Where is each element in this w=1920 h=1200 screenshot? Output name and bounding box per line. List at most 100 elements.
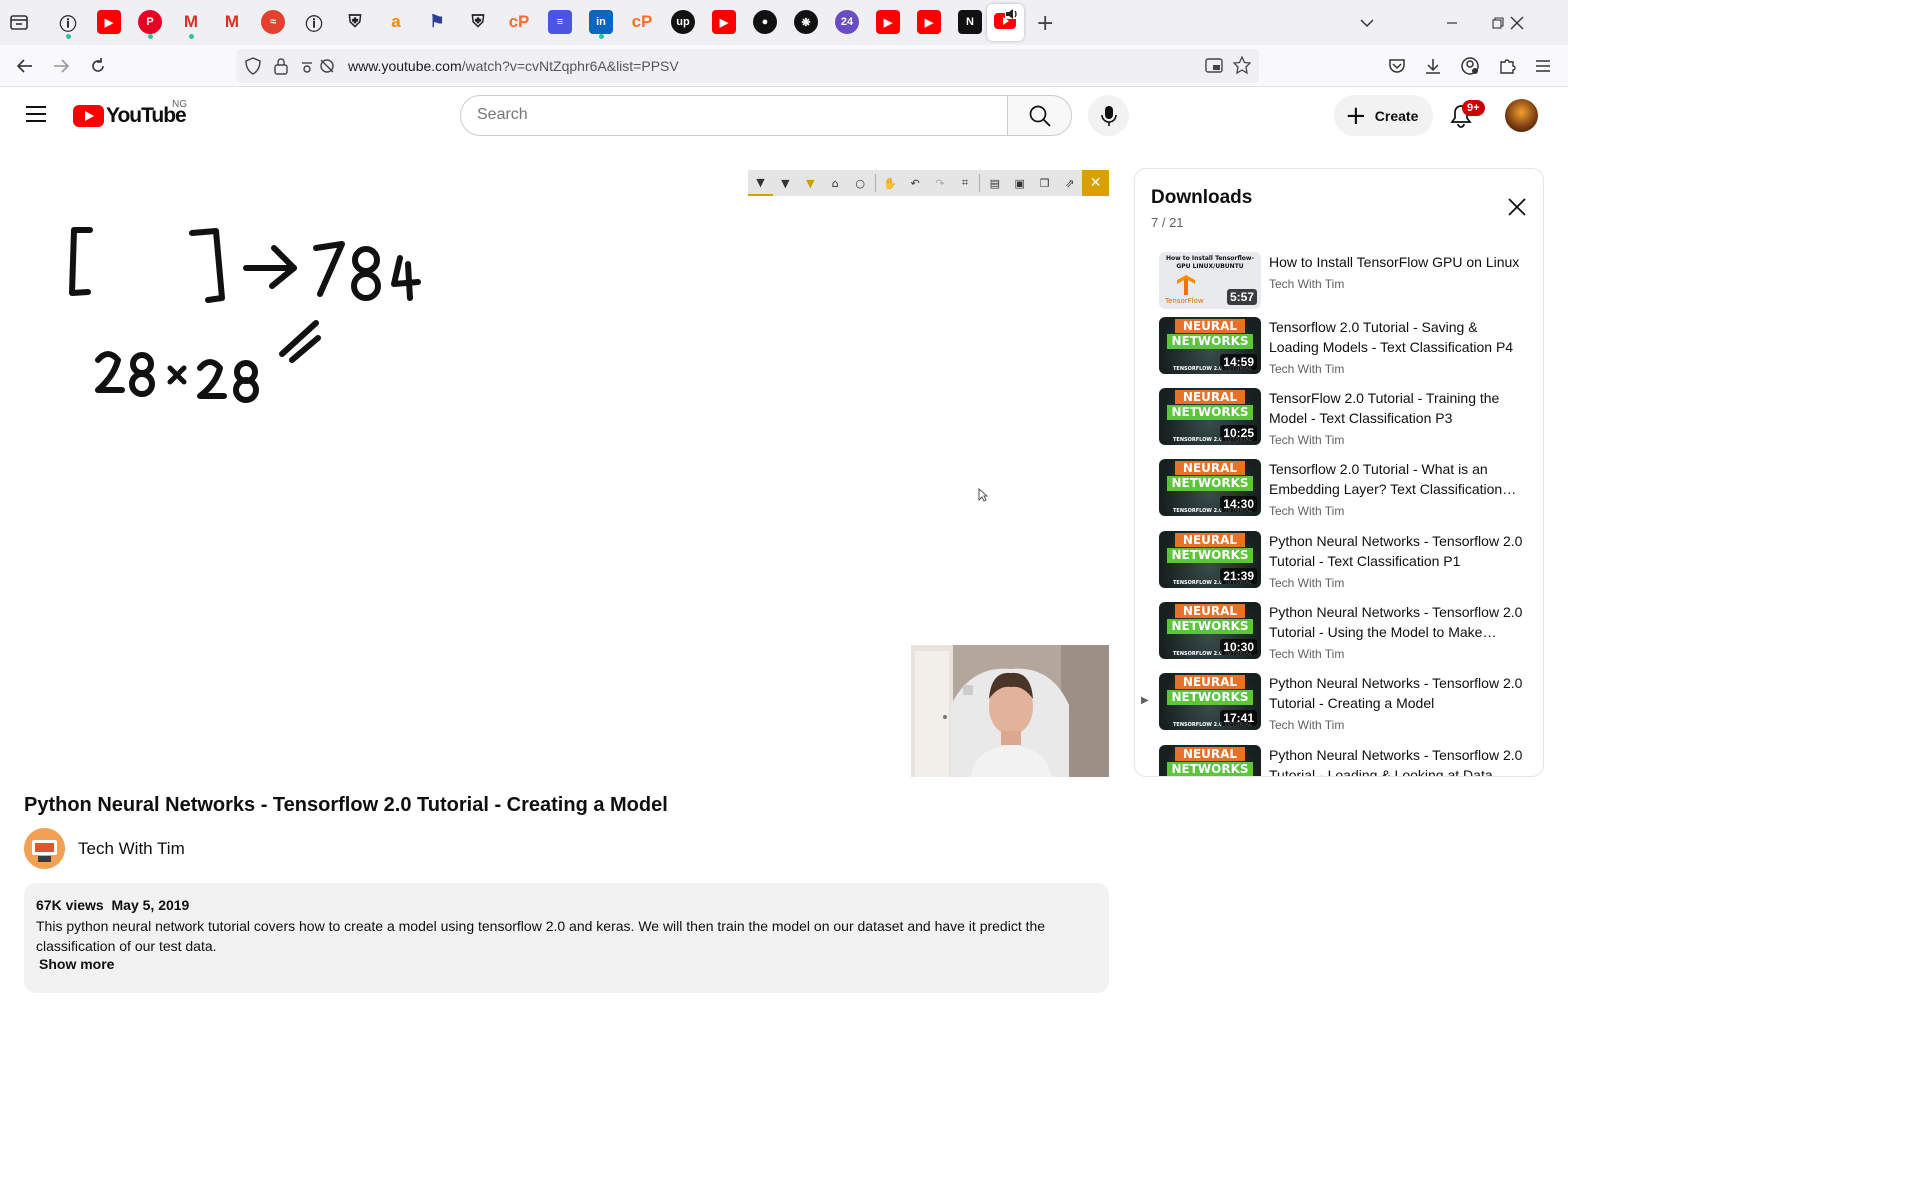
video-player[interactable]: ▼ ▼ ▼ ⌂ ○ ✋ ↶ ↷ ⌗ ▤ ▣ ❐ ⇗ ✕ <box>24 168 1109 777</box>
search-input[interactable] <box>477 106 977 124</box>
playlist-item-title[interactable]: Python Neural Networks - Tensorflow 2.0 … <box>1269 602 1531 642</box>
tab-calendar-24-icon[interactable]: 24 <box>835 10 859 34</box>
playlist-item-title[interactable]: Tensorflow 2.0 Tutorial - Saving & Loadi… <box>1269 317 1531 357</box>
tracking-protection-shield-icon[interactable] <box>244 57 262 80</box>
picture-in-picture-icon[interactable] <box>1204 57 1224 80</box>
playlist-item-title[interactable]: TensorFlow 2.0 Tutorial - Training the M… <box>1269 388 1531 428</box>
eraser-tool-icon[interactable]: ⌂ <box>823 170 848 196</box>
reload-button[interactable] <box>85 53 111 79</box>
tab-info-icon[interactable]: ⓘ <box>56 10 80 34</box>
permissions-icon[interactable] <box>300 58 336 79</box>
playlist-item-thumbnail[interactable]: NEURAL NETWORKS TENSORFLOW 2.0 TUTORIAL 14:… <box>1159 317 1261 374</box>
tab-cpanel-icon[interactable]: cP <box>630 10 654 34</box>
playlist-item[interactable]: NEURAL NETWORKS TENSORFLOW 2.0 TUTORIAL 14:… <box>1135 317 1543 385</box>
playlist-item-thumbnail[interactable]: NEURAL NETWORKS TENSORFLOW 2.0 TUTORIAL 10:… <box>1159 602 1261 659</box>
guide-menu-hamburger-icon[interactable] <box>25 105 47 128</box>
tab-github-icon[interactable]: ● <box>753 10 777 34</box>
tab-linkedin-icon[interactable]: in <box>589 10 613 34</box>
app-menu-hamburger-icon[interactable] <box>1530 53 1556 79</box>
playlist-item-thumbnail[interactable]: NEURAL NETWORKS <box>1159 745 1261 776</box>
highlighter-tool-icon[interactable]: ▼ <box>798 170 823 196</box>
address-bar[interactable]: www.youtube.com/watch?v=cvNtZqphr6A&list… <box>236 49 1259 83</box>
playlist-item-title[interactable]: Python Neural Networks - Tensorflow 2.0 … <box>1269 673 1531 713</box>
downloads-icon[interactable] <box>1420 53 1446 79</box>
drawing-toolbar-close-button[interactable]: ✕ <box>1082 170 1109 196</box>
tab-gmail-icon[interactable]: M <box>220 10 244 34</box>
tab-youtube-icon[interactable]: ▶ <box>97 10 121 34</box>
playlist-close-button[interactable] <box>1503 193 1531 221</box>
share-icon[interactable]: ⇗ <box>1057 170 1082 196</box>
playlist-item[interactable]: NEURAL NETWORKS TENSORFLOW 2.0 TUTORIAL 10:… <box>1135 388 1543 456</box>
playlist-item-title[interactable]: How to Install TensorFlow GPU on Linux <box>1269 252 1531 272</box>
marker-tool-icon[interactable]: ▼ <box>773 170 798 196</box>
tab-youtube-icon[interactable]: ▶ <box>712 10 736 34</box>
tab-app-icon[interactable]: ≈ <box>261 10 285 34</box>
speaker-playing-icon[interactable] <box>1005 7 1019 19</box>
channel-avatar[interactable] <box>24 828 65 869</box>
playlist-title[interactable]: Downloads <box>1151 187 1252 209</box>
playlist-item[interactable]: NEURAL NETWORKS TENSORFLOW 2.0 TUTORIAL 21:… <box>1135 531 1543 599</box>
tab-amazon-icon[interactable]: a <box>384 10 408 34</box>
redo-icon[interactable]: ↷ <box>928 170 953 196</box>
user-avatar[interactable] <box>1505 99 1538 132</box>
search-button[interactable] <box>1007 95 1072 136</box>
tab-square-app-icon[interactable]: ≡ <box>548 10 572 34</box>
playlist-item-thumbnail[interactable]: NEURAL NETWORKS TENSORFLOW 2.0 TUTORIAL 10:… <box>1159 388 1261 445</box>
tab-upwork-icon[interactable]: up <box>671 10 695 34</box>
active-tab-youtube[interactable] <box>987 4 1024 41</box>
lock-icon[interactable] <box>273 57 289 80</box>
tab-info-icon[interactable]: ⓘ <box>302 10 326 34</box>
tab-attention-dot <box>66 34 71 39</box>
copy-icon[interactable]: ❐ <box>1032 170 1057 196</box>
tab-youtube-icon[interactable]: ▶ <box>917 10 941 34</box>
playlist-item-title[interactable]: Tensorflow 2.0 Tutorial - What is an Emb… <box>1269 459 1531 499</box>
bookmark-star-icon[interactable] <box>1232 55 1252 79</box>
tab-gmail-icon[interactable]: M <box>179 10 203 34</box>
account-icon[interactable] <box>1457 53 1483 79</box>
tab-openai-icon[interactable]: ❋ <box>794 10 818 34</box>
pocket-icon[interactable] <box>1384 53 1410 79</box>
tab-bookmark-flag-icon[interactable]: ⚑ <box>425 10 449 34</box>
search-box[interactable] <box>460 95 1008 136</box>
forward-button[interactable] <box>48 53 74 79</box>
create-button[interactable]: + Create <box>1334 95 1433 136</box>
extensions-puzzle-icon[interactable] <box>1494 53 1520 79</box>
url-text[interactable]: www.youtube.com/watch?v=cvNtZqphr6A&list… <box>348 58 679 74</box>
hand-tool-icon[interactable]: ✋ <box>878 170 903 196</box>
playlist-item-thumbnail[interactable]: NEURAL NETWORKS TENSORFLOW 2.0 TUTORIAL 17:… <box>1159 673 1261 730</box>
playlist-item[interactable]: NEURAL NETWORKS Python Neural Networks - T… <box>1135 745 1543 776</box>
show-more-button[interactable]: Show more <box>39 956 1097 972</box>
playlist-item-thumbnail[interactable]: NEURAL NETWORKS TENSORFLOW 2.0 TUTORIAL 14:… <box>1159 459 1261 516</box>
close-window-button[interactable] <box>1504 10 1530 36</box>
voice-search-button[interactable] <box>1088 95 1129 136</box>
view-count: 67K views <box>36 897 104 913</box>
playlist-item-title[interactable]: Python Neural Networks - Tensorflow 2.0 … <box>1269 531 1531 571</box>
playlist-item-title[interactable]: Python Neural Networks - Tensorflow 2.0 … <box>1269 745 1531 776</box>
playlist-item[interactable]: NEURAL NETWORKS TENSORFLOW 2.0 TUTORIAL 14:… <box>1135 459 1543 527</box>
youtube-logo[interactable]: YouTube <box>73 104 187 128</box>
playlist-item-thumbnail[interactable]: How to Install Tensorflow-GPU LINUX/UBUN… <box>1159 252 1261 309</box>
playlist-item-thumbnail[interactable]: NEURAL NETWORKS TENSORFLOW 2.0 TUTORIAL 21:… <box>1159 531 1261 588</box>
undo-icon[interactable]: ↶ <box>903 170 928 196</box>
playlist-item[interactable]: How to Install Tensorflow-GPU LINUX/UBUN… <box>1135 252 1543 320</box>
playlist-item[interactable]: NEURAL NETWORKS TENSORFLOW 2.0 TUTORIAL 17:… <box>1135 673 1543 741</box>
save-icon[interactable]: ▣ <box>1007 170 1032 196</box>
shape-tool-icon[interactable]: ○ <box>848 170 873 196</box>
tab-youtube-icon[interactable]: ▶ <box>876 10 900 34</box>
crop-icon[interactable]: ⌗ <box>952 170 977 196</box>
tab-notion-icon[interactable]: N <box>958 10 982 34</box>
channel-name[interactable]: Tech With Tim <box>78 839 185 859</box>
delete-icon[interactable]: ▤ <box>982 170 1007 196</box>
tab-cpanel-icon[interactable]: cP <box>507 10 531 34</box>
tab-shield-crest-icon[interactable]: ⛨ <box>466 10 490 34</box>
new-tab-button[interactable]: + <box>1036 11 1054 36</box>
pen-tool-icon[interactable]: ▼ <box>748 170 773 196</box>
playlist-item[interactable]: NEURAL NETWORKS TENSORFLOW 2.0 TUTORIAL 10:… <box>1135 602 1543 670</box>
tab-overview-icon[interactable] <box>8 12 30 32</box>
description-box[interactable]: 67K views May 5, 2019 This python neural… <box>24 883 1109 993</box>
list-all-tabs-chevron-down-icon[interactable] <box>1354 10 1380 36</box>
back-button[interactable] <box>12 53 38 79</box>
tab-shield-crest-icon[interactable]: ⛨ <box>343 10 367 34</box>
tab-pinterest-icon[interactable]: P <box>138 10 162 34</box>
minimize-window-button[interactable] <box>1439 10 1465 36</box>
